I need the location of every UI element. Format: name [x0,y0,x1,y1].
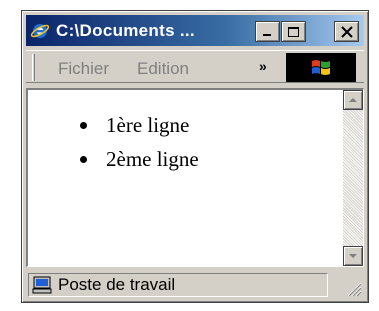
window-title: C:\Documents ... [56,20,195,40]
my-computer-icon [32,276,52,294]
menu-item-edition[interactable]: Edition [137,59,189,79]
browser-window: C:\Documents ... Fichier Edition » 1ère … [21,10,369,303]
bullet-list: 1ère ligne 2ème ligne [80,108,199,176]
windows-logo-icon [286,53,356,82]
arrow-down-icon [349,254,357,258]
list-item-text: 2ème ligne [106,147,199,171]
menu-bar: Fichier Edition » [26,50,364,83]
resize-grip[interactable] [344,279,362,297]
menu-overflow-chevron[interactable]: » [259,58,267,74]
status-zone: Poste de travail [28,273,328,297]
vertical-scrollbar[interactable] [343,90,363,266]
list-item-text: 1ère ligne [106,113,190,137]
arrow-up-icon [349,98,357,102]
scroll-down-button[interactable] [343,246,363,266]
bullet-icon [80,122,87,129]
minimize-button[interactable] [255,21,280,42]
close-button[interactable] [334,21,359,42]
status-text: Poste de travail [58,275,176,294]
page-content: 1ère ligne 2ème ligne [26,88,364,267]
maximize-button[interactable] [281,21,306,42]
minimize-icon [262,33,271,36]
bullet-icon [80,156,87,163]
list-item: 1ère ligne [80,108,199,142]
menu-grip[interactable] [32,54,35,81]
list-item: 2ème ligne [80,142,199,176]
close-icon [340,25,353,38]
scroll-up-button[interactable] [343,90,363,110]
menu-item-fichier[interactable]: Fichier [58,59,109,79]
internet-explorer-icon[interactable] [30,21,50,41]
maximize-icon [287,26,299,37]
title-bar[interactable]: C:\Documents ... [26,15,364,46]
status-bar: Poste de travail [26,271,364,299]
